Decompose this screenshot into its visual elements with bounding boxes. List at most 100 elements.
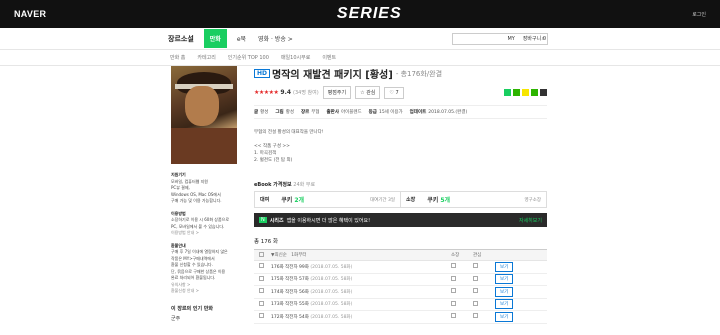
subnav-category[interactable]: 카테고리 <box>197 54 215 61</box>
subnav-daily-free[interactable]: 매일10시무료 <box>281 54 310 61</box>
fav-checkbox[interactable] <box>473 263 478 269</box>
book-cover[interactable] <box>171 66 237 164</box>
banner-text: 앱을 이용하시면 더 많은 혜택이 있어요! <box>286 217 371 224</box>
share-line-icon[interactable] <box>531 89 538 96</box>
episode-checkbox[interactable] <box>259 275 264 281</box>
tab-ebook[interactable]: e북 <box>235 31 248 46</box>
series-app-icon: N <box>259 217 267 223</box>
series-logo[interactable]: SERIES <box>337 5 402 23</box>
book-title-row: HD 명작의 재발견 패키지 [황성] - 총176화/완결 <box>254 66 547 81</box>
episode-list: ▼최신순 1화부터 소장 관심 176화 작전자 99화 (2018.07.05… <box>254 249 547 324</box>
book-meta: 글 황성 그림 황성 장르 무협 출판사 아이블렌드 등급 15세 이용가 업데이트 2018.07.… <box>254 105 547 119</box>
own-checkbox[interactable] <box>451 275 456 281</box>
view-button[interactable]: 보기 <box>495 261 514 272</box>
rate-button[interactable]: 평점주기 <box>322 86 352 99</box>
info-text: 소장하기로 이용 시 60화 상품으로 <box>171 217 230 222</box>
fav-checkbox[interactable] <box>473 313 478 319</box>
info-text: 구매 후 7일 이내에 열람하지 않은 <box>171 249 228 254</box>
rent-option[interactable]: 대여 쿠키 2개 대여기간 3일 <box>255 192 401 207</box>
episode-title[interactable]: 172화 작전자 54화 <box>271 315 309 320</box>
episode-row[interactable]: 176화 작전자 99화 (2018.07.05. 58화) 보기 <box>254 261 547 274</box>
sort-latest[interactable]: ▼최신순 <box>271 253 287 258</box>
rating-stars: ★★★★★ <box>254 89 279 96</box>
own-checkbox[interactable] <box>451 288 456 294</box>
description-line: 1. 마곡검객 <box>254 151 277 156</box>
episode-title[interactable]: 175화 작전자 57화 <box>271 277 309 282</box>
like-button[interactable]: ♡ 7 <box>384 86 404 99</box>
view-button[interactable]: 보기 <box>495 274 514 285</box>
description-line: << 작품 구성 >> <box>254 144 290 149</box>
view-button[interactable]: 보기 <box>495 311 514 322</box>
description-line: 2. 혈천도 (전 탐 외) <box>254 158 293 163</box>
star-icon: ☆ <box>360 90 365 96</box>
episode-row[interactable]: 174화 작전자 56화 (2018.07.05. 58화) 보기 <box>254 286 547 299</box>
banner-more-link[interactable]: 자세히보기 <box>519 217 542 224</box>
rating-count: (34명 참여) <box>293 90 319 96</box>
fav-checkbox[interactable] <box>473 288 478 294</box>
description-line <box>254 136 547 143</box>
info-link[interactable]: 이용방법 안내 > <box>171 230 237 237</box>
episode-row[interactable]: 172화 작전자 54화 (2018.07.05. 58화) 보기 <box>254 311 547 324</box>
login-button[interactable]: 로그인 <box>692 11 706 18</box>
fav-checkbox[interactable] <box>473 275 478 281</box>
tab-movie[interactable]: 영화 · 방송 > <box>256 31 295 46</box>
episode-checkbox[interactable] <box>259 313 264 319</box>
episode-date: (2018.07.05. 58화) <box>310 314 353 320</box>
meta-item: 그림 황성 <box>275 110 294 115</box>
genre-popular-title: 이 장르의 인기 만화 <box>171 305 214 312</box>
episode-date: (2018.07.05. 58화) <box>310 277 353 283</box>
own-checkbox[interactable] <box>451 263 456 269</box>
rating-row: ★★★★★ 9.4 (34명 참여) 평점주기 ☆ 관심 ♡ 7 <box>254 86 547 99</box>
episode-checkbox[interactable] <box>259 288 264 294</box>
episode-date: (2018.07.05. 58화) <box>310 264 353 270</box>
tab-comics[interactable]: 만화 <box>203 29 227 48</box>
subnav-event[interactable]: 이벤트 <box>322 54 336 61</box>
left-column: 지원기기 모바일, 컴퓨터웹 지원 PC뷰 결제, Windows OS, Mac O… <box>171 66 237 322</box>
subnav-top100[interactable]: 인기순위 TOP 100 <box>228 54 269 61</box>
book-title: 명작의 재발견 패키지 [황성] <box>272 70 393 81</box>
episode-title[interactable]: 173화 작전자 55화 <box>271 302 309 307</box>
subnav-home[interactable]: 만화 홈 <box>170 54 185 61</box>
genre-popular-item[interactable]: 군주 <box>171 315 237 322</box>
view-button[interactable]: 보기 <box>495 299 514 310</box>
nav-logo[interactable]: 장르소설 <box>168 34 194 44</box>
own-checkbox[interactable] <box>451 313 456 319</box>
own-checkbox[interactable] <box>451 300 456 306</box>
info-text: 구매 가능 및 이용 가능합니다. <box>171 198 222 203</box>
episode-date: (2018.07.05. 58화) <box>310 289 353 295</box>
naver-logo[interactable]: NAVER <box>14 9 46 19</box>
episode-count: - 총176화/완결 <box>395 69 443 78</box>
share-kakao-icon[interactable] <box>522 89 529 96</box>
share-link-icon[interactable] <box>540 89 547 96</box>
description-line: 무협의 전설 황성의 대표작을 만나다! <box>254 130 324 135</box>
episode-date: (2018.07.05. 58화) <box>310 302 353 308</box>
episode-total: 총 176 화 <box>254 239 279 245</box>
meta-item: 글 황성 <box>254 110 269 115</box>
episode-row[interactable]: 173화 작전자 55화 (2018.07.05. 58화) 보기 <box>254 299 547 311</box>
app-banner[interactable]: N 시리즈 앱을 이용하시면 더 많은 혜택이 있어요! 자세히보기 <box>254 213 547 227</box>
episode-row[interactable]: 175화 작전자 57화 (2018.07.05. 58화) 보기 <box>254 274 547 286</box>
sort-first[interactable]: 1화부터 <box>291 253 306 258</box>
episode-checkbox[interactable] <box>259 300 264 306</box>
episode-rows: 176화 작전자 99화 (2018.07.05. 58화) 보기 175화 작전자… <box>254 261 547 324</box>
episode-title[interactable]: 174화 작전자 56화 <box>271 290 309 295</box>
episode-title[interactable]: 176화 작전자 99화 <box>271 265 309 270</box>
fav-checkbox[interactable] <box>473 300 478 306</box>
search-icon[interactable]: ⌕ <box>542 35 545 43</box>
price-box: 대여 쿠키 2개 대여기간 3일 소장 쿠키 5개 영구소장 <box>254 191 547 208</box>
view-button[interactable]: 보기 <box>495 286 514 297</box>
meta-item: 업데이트 2018.07.05.(완결) <box>409 110 468 115</box>
meta-item: 장르 무협 <box>300 110 320 115</box>
sub-nav: 만화 홈 카테고리 인기순위 TOP 100 매일10시무료 이벤트 <box>0 50 720 66</box>
search-input[interactable]: ⌕ <box>452 33 548 45</box>
episode-checkbox[interactable] <box>259 263 264 269</box>
share-naver-icon[interactable] <box>504 89 511 96</box>
main-nav: 장르소설 만화 e북 영화 · 방송 > MY 장바구니 0 ⌕ <box>0 28 720 50</box>
info-link[interactable]: 환불신청 안내 > <box>171 288 237 295</box>
own-option[interactable]: 소장 쿠키 5개 영구소장 <box>401 192 546 207</box>
share-band-icon[interactable] <box>513 89 520 96</box>
hd-badge: HD <box>254 69 271 78</box>
favorite-button[interactable]: ☆ 관심 <box>355 86 381 99</box>
select-all-checkbox[interactable] <box>259 251 264 257</box>
meta-item: 출판사 아이블렌드 <box>326 110 362 115</box>
